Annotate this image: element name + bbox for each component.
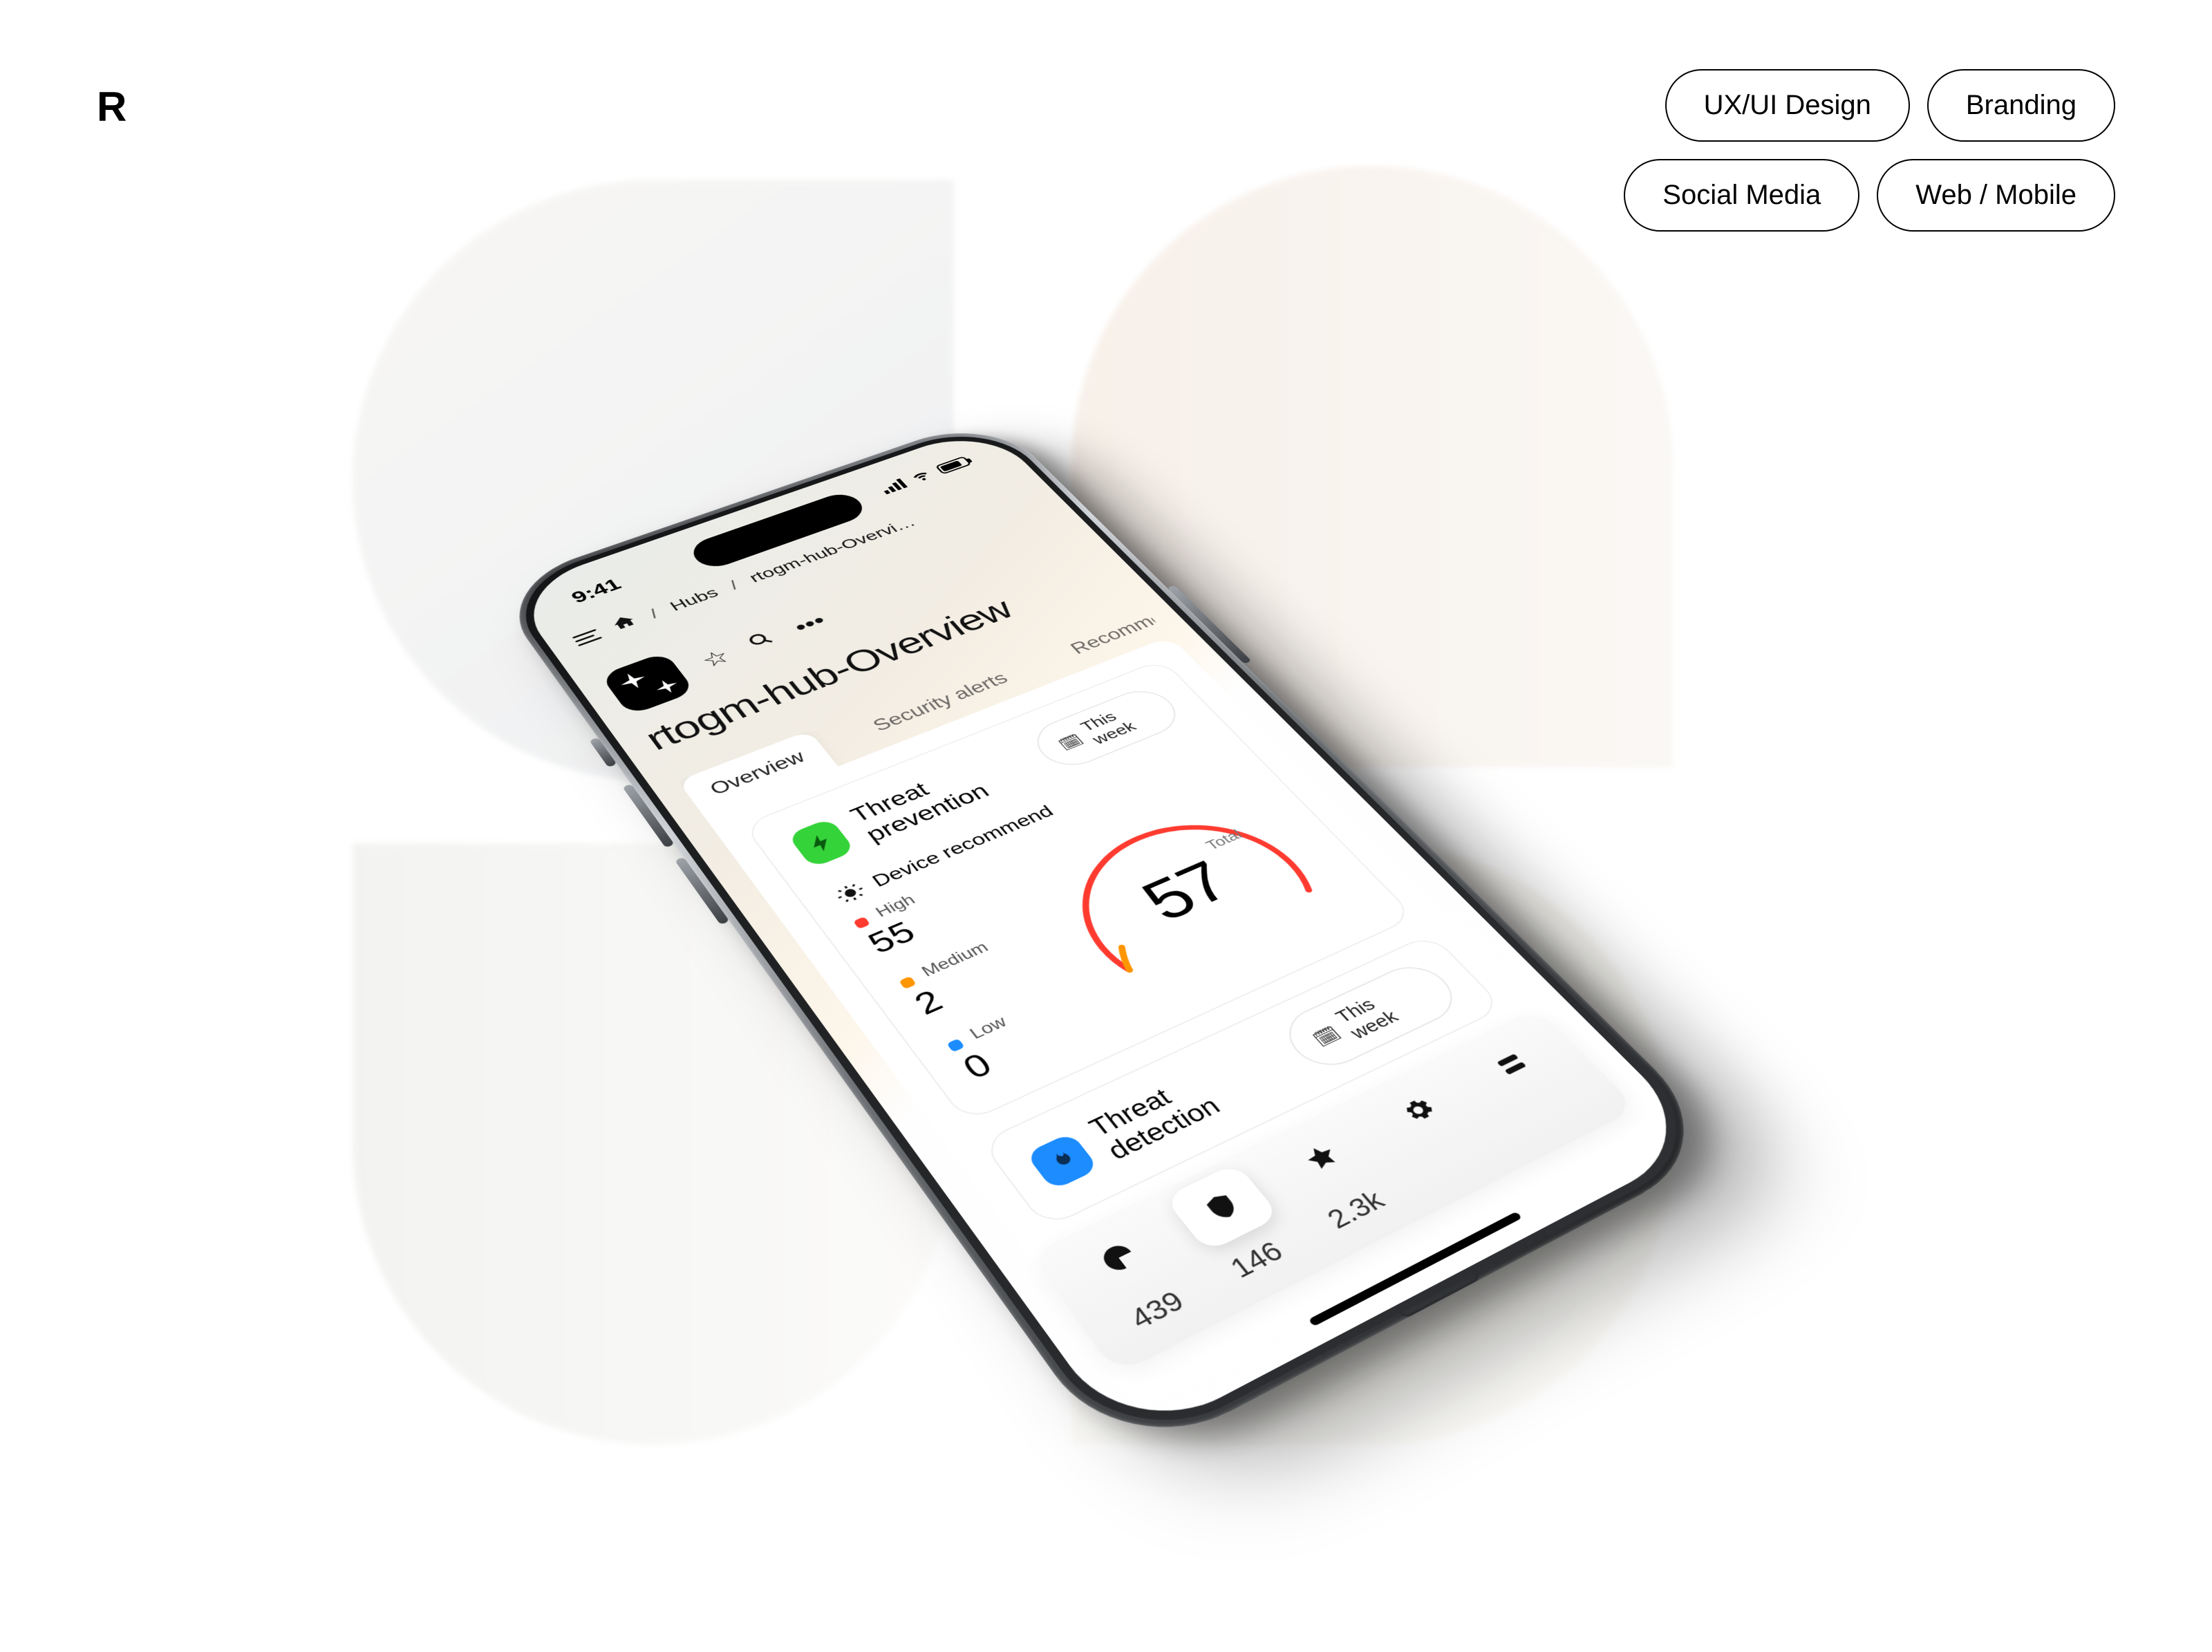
nav-security[interactable]	[1164, 1163, 1281, 1252]
nav-favorites[interactable]	[1264, 1115, 1380, 1202]
home-icon[interactable]	[608, 612, 642, 636]
legend-low-label: Low	[966, 1013, 1011, 1042]
more-button[interactable]: •••	[788, 610, 831, 638]
breadcrumb-separator: /	[726, 578, 742, 593]
count-a: 439	[1125, 1286, 1191, 1335]
status-indicators	[877, 454, 973, 496]
bolt-icon	[787, 818, 856, 868]
app-root: / Hubs / rtogm-hub-Overvie… ☆	[570, 476, 1664, 1406]
home-indicator	[1308, 1212, 1522, 1327]
silent-switch	[589, 738, 617, 768]
nav-dashboard[interactable]	[1455, 1024, 1568, 1105]
status-time: 9:41	[568, 576, 625, 607]
menu-button[interactable]	[572, 629, 603, 646]
shield-icon	[1198, 1188, 1246, 1226]
legend-low: Low 0	[942, 987, 1095, 1087]
bottom-counts: 439 146 2.3k	[1081, 1068, 1623, 1357]
count-c: 2.3k	[1322, 1186, 1391, 1235]
legend-medium: Medium 2	[894, 927, 1044, 1022]
hub-sparkle-icon	[600, 652, 695, 716]
brand-logo: R	[97, 83, 125, 131]
star-icon	[1298, 1139, 1346, 1176]
legend-high-value: 55	[861, 884, 995, 960]
chip-branding[interactable]: Branding	[1927, 69, 2115, 142]
wifi-icon	[906, 467, 937, 485]
bug-icon	[832, 880, 869, 906]
iphone-frame: ∙∙∙∙∙∙∙∙ 9:41	[490, 415, 1732, 1469]
chip-web-mobile[interactable]: Web / Mobile	[1877, 159, 2115, 232]
count-b: 146	[1225, 1237, 1290, 1284]
pie-chart-icon	[1094, 1238, 1143, 1277]
breadcrumb-hubs[interactable]: Hubs	[666, 585, 722, 614]
bottom-speaker-port: ∙∙∙∙∙∙∙∙	[1300, 1217, 1571, 1371]
breadcrumb-separator: /	[646, 606, 662, 621]
battery-icon	[935, 456, 971, 475]
gear-icon	[1394, 1093, 1442, 1128]
legend-color-medium	[899, 976, 917, 989]
legend-high-label: High	[872, 892, 918, 920]
cellular-icon	[879, 478, 908, 494]
range-label: This week	[1077, 697, 1164, 748]
device-scene: ∙∙∙∙∙∙∙∙ 9:41	[387, 180, 1700, 1493]
range-label: This week	[1331, 974, 1441, 1043]
legend-low-value: 0	[955, 1003, 1095, 1087]
legend-color-high	[853, 917, 870, 929]
gauge-legend: High 55 Medium 2	[849, 870, 1095, 1087]
gauge-total-value: 57	[1127, 850, 1244, 932]
nav-analytics[interactable]	[1060, 1212, 1178, 1305]
threat-detection-card: Threat detection 🗓 This week	[980, 933, 1505, 1229]
legend-color-low	[946, 1038, 965, 1052]
calendar-icon: 🗓	[1309, 1023, 1344, 1049]
search-button[interactable]	[743, 628, 781, 655]
range-selector[interactable]: 🗓 This week	[1274, 957, 1468, 1076]
bottom-nav: 439 146 2.3k	[1026, 1006, 1638, 1376]
favorite-button[interactable]: ☆	[696, 644, 735, 673]
layers-icon	[1488, 1047, 1535, 1082]
legend-high: High 55	[849, 870, 995, 960]
legend-medium-label: Medium	[918, 939, 992, 979]
calendar-icon: 🗓	[1055, 732, 1087, 753]
card-title: Threat detection	[1084, 1035, 1303, 1165]
legend-medium-value: 2	[906, 942, 1044, 1022]
phone-screen: 9:41 / Hubs	[508, 424, 1707, 1446]
flame-icon	[1025, 1132, 1100, 1190]
volume-down-button	[675, 857, 730, 925]
nav-settings[interactable]	[1362, 1069, 1476, 1152]
